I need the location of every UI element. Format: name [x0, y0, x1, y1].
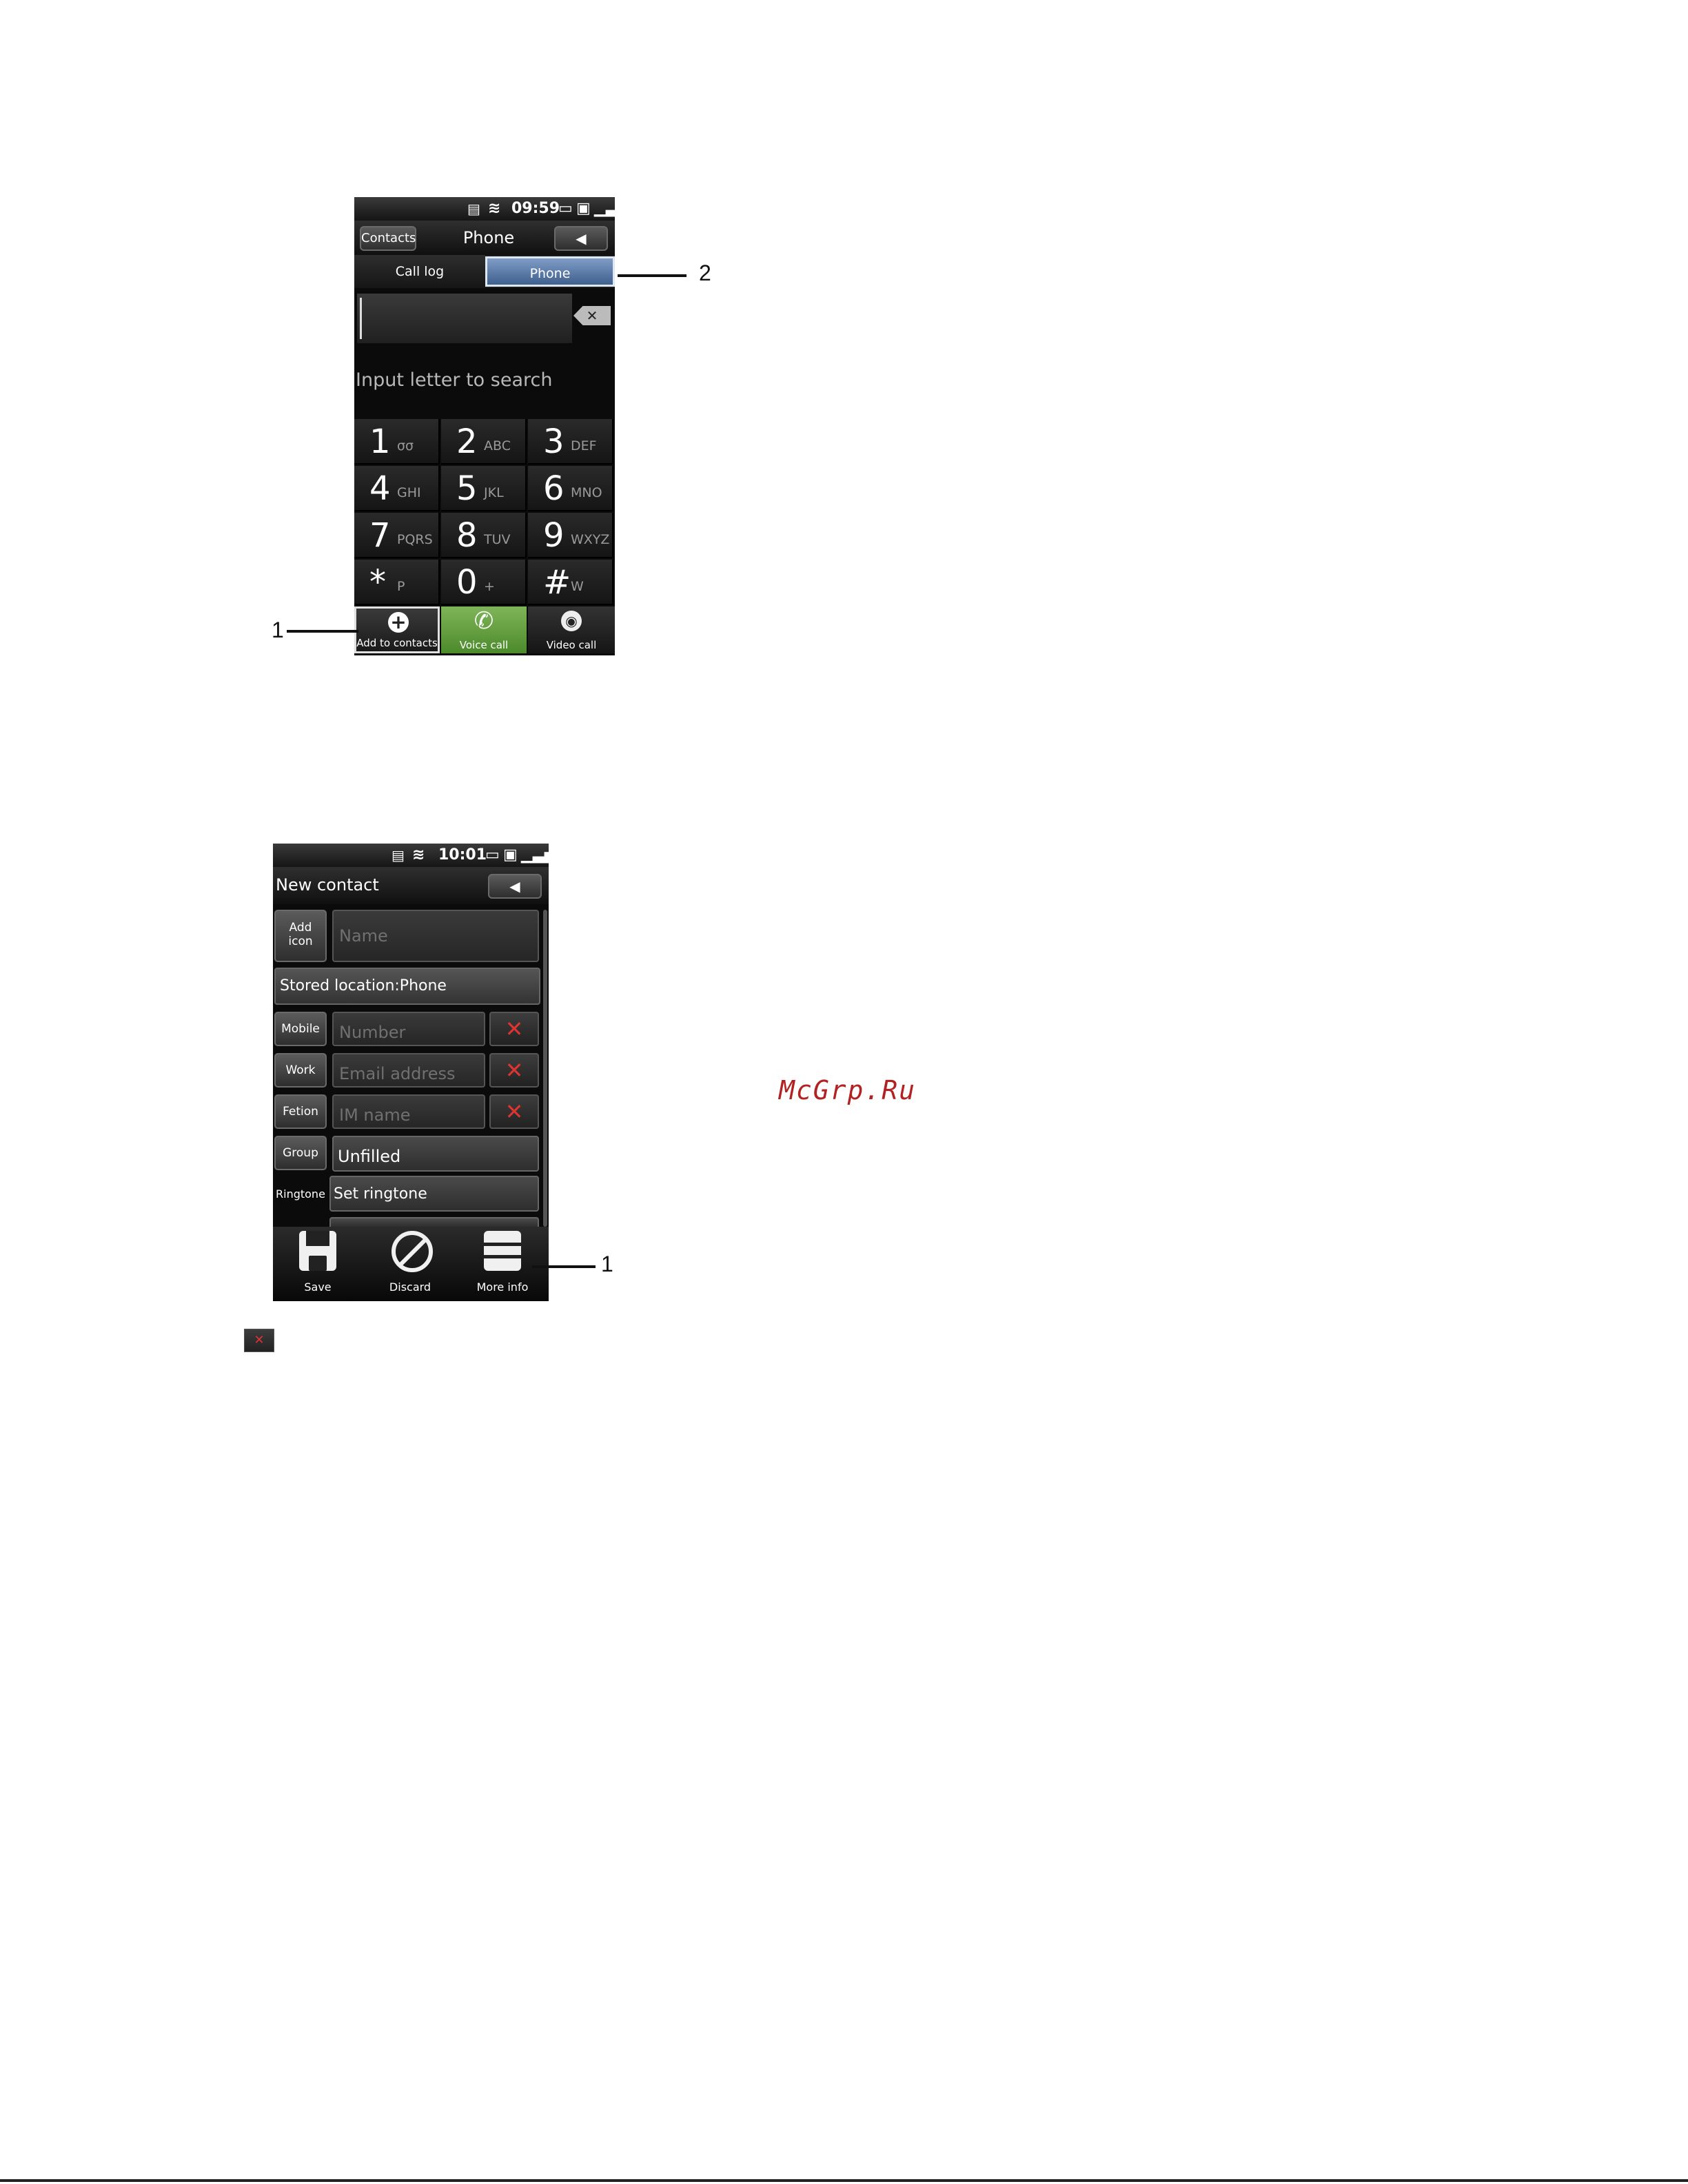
key-2[interactable]: 2 ABC — [441, 419, 527, 465]
callout-1-dialer-line — [287, 630, 358, 633]
new-contact-screenshot: ▤ ≋ 10:01 ▭ ▣ ▁▃▅ New contact ◀ Add icon… — [273, 844, 549, 1301]
save-button[interactable]: Save — [273, 1229, 363, 1298]
search-hint: Input letter to search — [356, 369, 553, 391]
page-title-contact: New contact — [276, 875, 379, 895]
battery-icon: ▭ — [558, 200, 573, 217]
callout-2-dialer-line — [618, 274, 687, 277]
title-bar-contact: New contact ◀ — [273, 867, 549, 904]
battery-icon: ▭ — [485, 846, 500, 864]
dialer-screenshot: ▤ ≋ 09:59 ▭ ▣ ▁▃▅ Contacts Phone ◀ Call … — [354, 197, 615, 655]
scrollbar[interactable] — [543, 910, 547, 1227]
delete-x-icon: ✕ — [505, 1099, 524, 1125]
notification-icon: ▤ — [392, 847, 405, 864]
work-label-button[interactable]: Work — [274, 1053, 327, 1088]
more-info-button[interactable]: More info — [458, 1229, 547, 1298]
backspace-button[interactable]: ✕ — [573, 306, 611, 325]
key-7[interactable]: 7 PQRS — [354, 513, 440, 558]
page-title: Phone — [462, 228, 515, 247]
mobile-label-button[interactable]: Mobile — [274, 1012, 327, 1046]
wifi-icon: ≋ — [412, 846, 425, 864]
more-info-list-icon — [484, 1231, 521, 1271]
group-field[interactable]: Unfilled — [332, 1136, 539, 1172]
delete-x-icon: ✕ — [505, 1057, 524, 1083]
name-field[interactable]: Name — [332, 910, 539, 962]
status-time-contact: 10:01 — [438, 846, 487, 864]
title-bar: Contacts Phone ◀ — [354, 221, 615, 255]
add-to-contacts-button[interactable]: + Add to contacts — [354, 606, 440, 653]
plus-circle-icon: + — [388, 612, 409, 633]
signal-icon: ▁▃▅ — [521, 846, 549, 864]
key-5[interactable]: 5 JKL — [441, 466, 527, 511]
next-row-partial — [329, 1217, 539, 1227]
status-bar-contact: ▤ ≋ 10:01 ▭ ▣ ▁▃▅ — [273, 844, 549, 867]
key-8[interactable]: 8 TUV — [441, 513, 527, 558]
phone-icon: ✆ — [474, 607, 494, 635]
fetion-label-button[interactable]: Fetion — [274, 1094, 327, 1129]
video-call-button[interactable]: ◉ Video call — [528, 606, 615, 653]
sim-icon: ▣ — [576, 200, 591, 217]
save-disk-icon — [299, 1231, 336, 1271]
group-label-button[interactable]: Group — [274, 1136, 327, 1170]
delete-number-button[interactable]: ✕ — [489, 1012, 539, 1046]
email-field[interactable]: Email address — [332, 1053, 485, 1088]
tab-bar: Call log Phone — [354, 255, 615, 288]
tab-call-log[interactable]: Call log — [354, 255, 485, 288]
watermark: McGrp.Ru — [779, 1075, 917, 1105]
tab-phone[interactable]: Phone — [485, 256, 615, 287]
delete-button-sample: ✕ — [244, 1329, 274, 1352]
add-icon-button[interactable]: Add icon — [274, 910, 327, 962]
delete-im-button[interactable]: ✕ — [489, 1094, 539, 1129]
delete-x-icon: ✕ — [254, 1333, 265, 1347]
stored-location-bar[interactable]: Stored location:Phone — [274, 968, 540, 1005]
bottom-toolbar: Save Discard More info — [273, 1227, 549, 1301]
save-label: Save — [304, 1280, 332, 1294]
key-1[interactable]: 1 σσ — [354, 419, 440, 465]
delete-email-button[interactable]: ✕ — [489, 1053, 539, 1088]
back-button[interactable]: ◀ — [554, 226, 608, 251]
webcam-icon: ◉ — [561, 611, 582, 631]
back-arrow-icon: ◀ — [509, 878, 520, 895]
back-arrow-icon: ◀ — [576, 230, 587, 247]
key-0[interactable]: 0 + — [441, 560, 527, 605]
number-display — [357, 294, 572, 343]
back-button-contact[interactable]: ◀ — [488, 874, 542, 899]
ringtone-label: Ringtone — [276, 1187, 325, 1201]
key-4[interactable]: 4 GHI — [354, 466, 440, 511]
discard-button[interactable]: Discard — [365, 1229, 455, 1298]
contacts-button[interactable]: Contacts — [360, 226, 416, 251]
im-name-field[interactable]: IM name — [332, 1094, 485, 1129]
ringtone-field[interactable]: Set ringtone — [329, 1176, 539, 1212]
sim-icon: ▣ — [503, 846, 518, 864]
voice-call-button[interactable]: ✆ Voice call — [441, 606, 527, 653]
key-6[interactable]: 6 MNO — [528, 466, 613, 511]
delete-x-icon: ✕ — [505, 1016, 524, 1042]
notification-icon: ▤ — [467, 201, 480, 217]
key-9[interactable]: 9 WXYZ — [528, 513, 613, 558]
key-star[interactable]: * P — [354, 560, 440, 605]
more-info-label: More info — [476, 1280, 529, 1294]
discard-no-entry-icon — [392, 1231, 433, 1272]
callout-1-dialer: 1 — [272, 618, 284, 642]
callout-1-contact-line — [532, 1265, 596, 1268]
status-time: 09:59 — [511, 200, 560, 217]
callout-2-dialer: 2 — [699, 261, 711, 285]
backspace-icon: ✕ — [586, 307, 598, 324]
number-field[interactable]: Number — [332, 1012, 485, 1046]
key-hash[interactable]: # W — [528, 560, 613, 605]
status-bar: ▤ ≋ 09:59 ▭ ▣ ▁▃▅ — [354, 197, 615, 221]
callout-1-contact: 1 — [601, 1252, 613, 1276]
discard-label: Discard — [389, 1280, 431, 1294]
wifi-icon: ≋ — [488, 200, 501, 217]
key-3[interactable]: 3 DEF — [528, 419, 613, 465]
page-bottom-rule — [0, 2179, 1688, 2182]
signal-icon: ▁▃▅ — [594, 200, 615, 217]
text-cursor — [360, 298, 362, 339]
